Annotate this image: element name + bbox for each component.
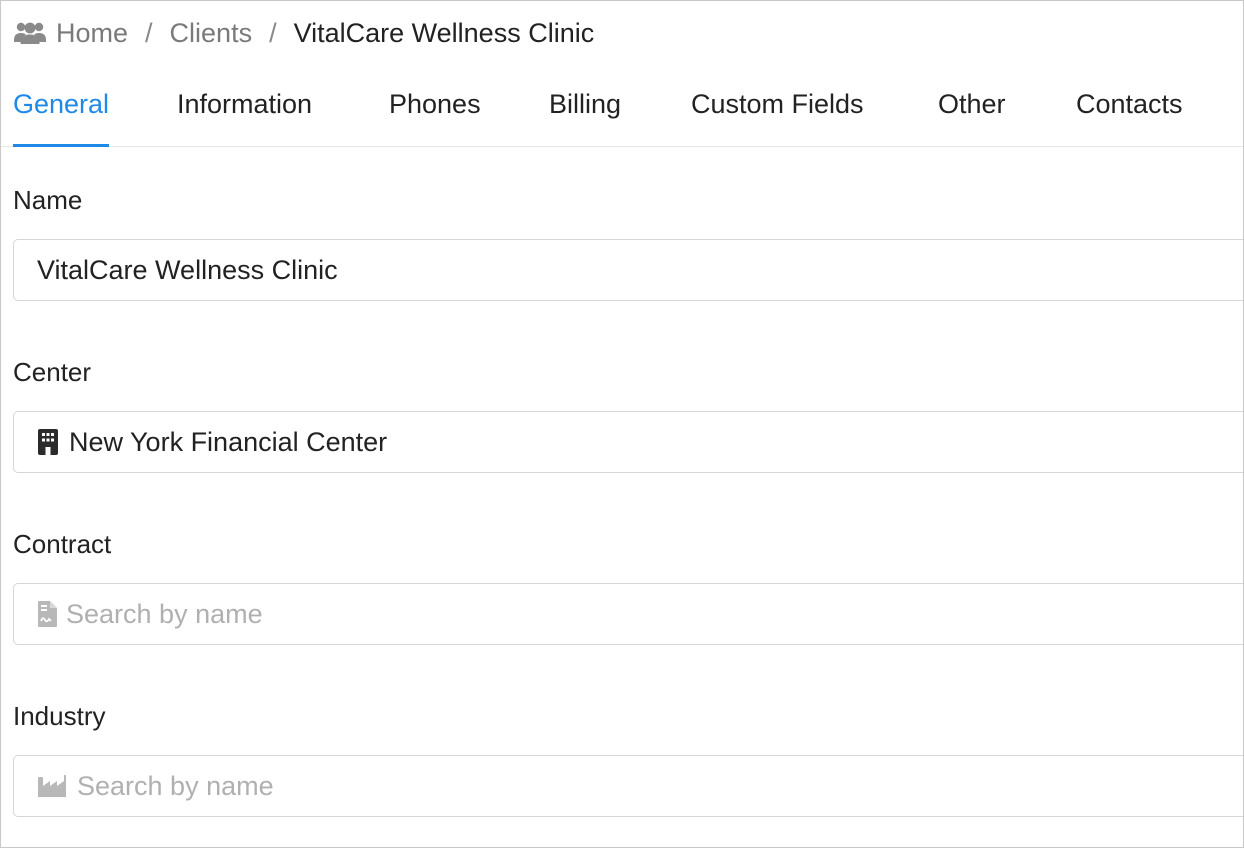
contract-search-input[interactable]: Search by name <box>13 583 1243 645</box>
tab-other[interactable]: Other <box>938 63 1006 146</box>
name-label: Name <box>13 185 83 215</box>
breadcrumb-clients-link[interactable]: Clients <box>170 18 253 49</box>
breadcrumb: Home / Clients / VitalCare Wellness Clin… <box>13 15 594 51</box>
tab-bar: General Information Phones Billing Custo… <box>1 63 1243 147</box>
tab-information[interactable]: Information <box>177 63 312 146</box>
breadcrumb-current: VitalCare Wellness Clinic <box>293 17 595 48</box>
breadcrumb-separator: / <box>269 17 277 48</box>
tab-contacts[interactable]: Contacts <box>1076 63 1183 146</box>
tab-phones[interactable]: Phones <box>389 63 481 146</box>
tab-general[interactable]: General <box>13 63 110 147</box>
name-field[interactable]: VitalCare Wellness Clinic <box>13 239 1243 301</box>
building-icon <box>37 428 59 456</box>
users-icon <box>13 20 47 46</box>
center-value: New York Financial Center <box>69 426 388 457</box>
tab-billing[interactable]: Billing <box>549 63 621 146</box>
tab-custom-fields[interactable]: Custom Fields <box>691 63 864 146</box>
client-edit-panel: Home / Clients / VitalCare Wellness Clin… <box>0 0 1244 848</box>
contract-file-icon <box>37 600 58 628</box>
name-value: VitalCare Wellness Clinic <box>37 254 338 285</box>
center-label: Center <box>13 357 92 387</box>
industry-icon <box>37 774 67 798</box>
industry-label: Industry <box>13 701 106 731</box>
contract-placeholder: Search by name <box>66 598 263 629</box>
contract-label: Contract <box>13 529 112 559</box>
breadcrumb-separator: / <box>145 17 153 48</box>
industry-placeholder: Search by name <box>77 770 274 801</box>
center-select[interactable]: New York Financial Center <box>13 411 1243 473</box>
breadcrumb-home-link[interactable]: Home <box>56 18 128 49</box>
industry-search-input[interactable]: Search by name <box>13 755 1243 817</box>
